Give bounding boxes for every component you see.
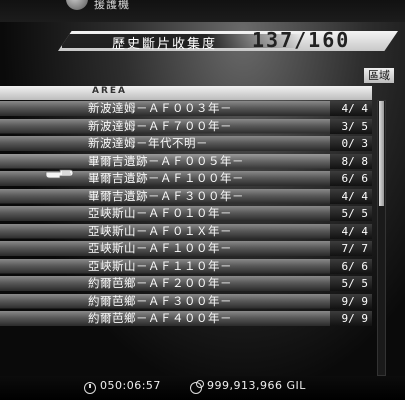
- list-header: AREA: [0, 86, 372, 100]
- area-name: 新波達姆－ＡＦ７００年－: [88, 118, 232, 133]
- fragment-count: 4/ 4: [341, 189, 369, 203]
- fragment-count: 7/ 7: [341, 242, 369, 255]
- area-name: 畢爾吉遺跡－ＡＦ３００年－: [88, 188, 244, 203]
- fragment-count: 4/ 4: [341, 224, 369, 238]
- area-row[interactable]: 新波達姆－ＡＦ００３年－ 4/ 4: [0, 101, 372, 116]
- fragment-count: 6/ 6: [341, 172, 369, 185]
- area-name: 亞峽斯山－ＡＦ１００年－: [88, 241, 232, 255]
- area-name: 亞峽斯山－ＡＦ１１０年－: [88, 258, 232, 273]
- area-row[interactable]: 亞峽斯山－ＡＦ１００年－ 7/ 7: [0, 241, 372, 256]
- area-name: 畢爾吉遺跡－ＡＦ１００年－: [88, 171, 244, 185]
- collection-label: 歷史斷片收集度: [112, 37, 218, 52]
- list-scrollbar[interactable]: [377, 100, 386, 376]
- top-orb-icon: [66, 0, 88, 10]
- area-row[interactable]: 畢爾吉遺跡－ＡＦ００５年－ 8/ 8: [0, 153, 372, 169]
- gil-coins-icon: [190, 380, 204, 394]
- area-row[interactable]: 約爾芭鄉－ＡＦ３００年－ 9/ 9: [0, 293, 372, 309]
- hand-pointer-icon: [45, 169, 74, 179]
- area-name: 亞峽斯山－ＡＦ０１Ｘ年－: [88, 223, 232, 238]
- area-row[interactable]: 約爾芭鄉－ＡＦ２００年－ 5/ 5: [0, 276, 372, 291]
- collection-value: 137/160: [252, 28, 351, 52]
- list-header-label: AREA: [92, 86, 128, 96]
- fragment-count: 3/ 5: [341, 119, 369, 133]
- playtime: 050:06:57: [100, 379, 161, 392]
- area-row[interactable]: 亞峽斯山－ＡＦ０１０年－ 5/ 5: [0, 206, 372, 221]
- fragment-count: 6/ 6: [341, 259, 369, 273]
- area-row[interactable]: 亞峽斯山－ＡＦ０１Ｘ年－ 4/ 4: [0, 223, 372, 239]
- top-partial-text: 援護機: [94, 0, 130, 11]
- area-name: 約爾芭鄉－ＡＦ２００年－: [88, 276, 232, 290]
- clock-icon: [84, 382, 96, 394]
- area-name: 畢爾吉遺跡－ＡＦ００５年－: [88, 153, 244, 168]
- gil-amount: 999,913,966 GIL: [207, 379, 306, 392]
- area-name: 亞峽斯山－ＡＦ０１０年－: [88, 206, 232, 220]
- area-name: 約爾芭鄉－ＡＦ３００年－: [88, 293, 232, 308]
- top-strip: 援護機: [0, 0, 405, 22]
- area-row[interactable]: 亞峽斯山－ＡＦ１１０年－ 6/ 6: [0, 258, 372, 274]
- fragment-count: 5/ 5: [341, 207, 369, 220]
- area-row[interactable]: 畢爾吉遺跡－ＡＦ３００年－ 4/ 4: [0, 188, 372, 204]
- area-row[interactable]: 新波達姆－ＡＦ７００年－ 3/ 5: [0, 118, 372, 134]
- fragment-count: 0/ 3: [341, 137, 369, 150]
- sort-area-button[interactable]: 區域: [364, 68, 394, 83]
- fragment-count: 4/ 4: [341, 102, 369, 115]
- fragment-count: 8/ 8: [341, 154, 369, 168]
- fragment-count: 5/ 5: [341, 277, 369, 290]
- area-list: AREA 新波達姆－ＡＦ００３年－ 4/ 4 新波達姆－ＡＦ７００年－ 3/ 5 新波達…: [0, 86, 405, 376]
- area-name: 新波達姆－ＡＦ００３年－: [88, 101, 232, 115]
- fragment-count: 9/ 9: [341, 294, 369, 308]
- area-name: 約爾芭鄉－ＡＦ４００年－: [88, 311, 232, 325]
- area-row[interactable]: 約爾芭鄉－ＡＦ４００年－ 9/ 9: [0, 311, 372, 326]
- area-row[interactable]: 新波達姆－年代不明－ 0/ 3: [0, 136, 372, 151]
- status-footer: 050:06:57 999,913,966 GIL: [0, 376, 405, 400]
- scrollbar-thumb[interactable]: [379, 101, 384, 206]
- area-name: 新波達姆－年代不明－: [88, 136, 208, 150]
- fragment-count: 9/ 9: [341, 312, 369, 325]
